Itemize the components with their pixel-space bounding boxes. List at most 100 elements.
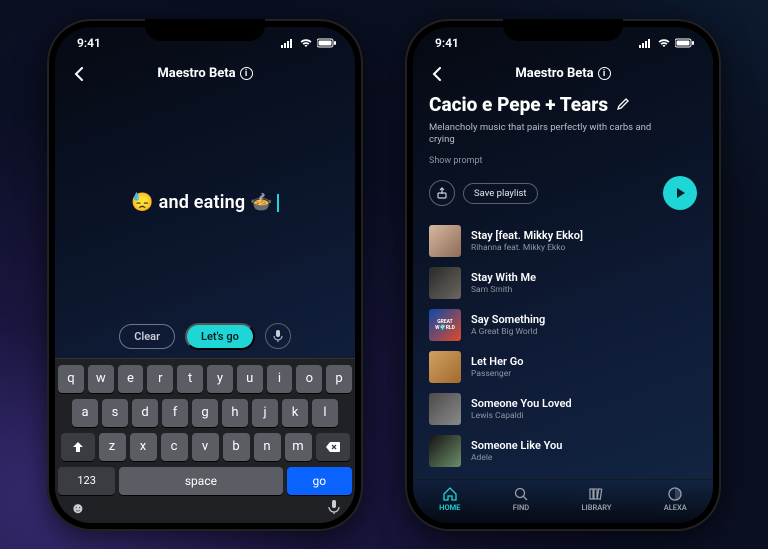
notch xyxy=(503,19,623,41)
keyboard-row-4: 123 space go xyxy=(58,467,352,495)
key-x[interactable]: x xyxy=(130,433,157,461)
playlist-description: Melancholy music that pairs perfectly wi… xyxy=(429,122,659,147)
show-prompt-link[interactable]: Show prompt xyxy=(429,156,697,166)
back-button[interactable] xyxy=(67,62,91,86)
track-row[interactable]: Someone Like YouAdele xyxy=(425,430,701,472)
key-v[interactable]: v xyxy=(192,433,219,461)
key-numbers[interactable]: 123 xyxy=(58,467,115,495)
key-a[interactable]: a xyxy=(72,399,98,427)
nav-home[interactable]: HOME xyxy=(439,486,460,512)
alexa-icon xyxy=(667,486,683,502)
nav-alexa[interactable]: ALEXA xyxy=(664,486,687,512)
key-k[interactable]: k xyxy=(282,399,308,427)
nav-library[interactable]: LIBRARY xyxy=(582,486,612,512)
header-title: Maestro Beta xyxy=(515,66,593,81)
notch xyxy=(145,19,265,41)
track-name: Stay [feat. Mikky Ekko] xyxy=(471,229,583,242)
back-button[interactable] xyxy=(425,62,449,86)
key-c[interactable]: c xyxy=(161,433,188,461)
share-button[interactable] xyxy=(429,180,455,206)
nav-label: ALEXA xyxy=(664,503,687,512)
key-b[interactable]: b xyxy=(223,433,250,461)
battery-icon xyxy=(317,38,337,48)
wifi-icon xyxy=(657,38,671,48)
nav-find[interactable]: FIND xyxy=(513,486,529,512)
key-shift[interactable] xyxy=(61,433,95,461)
key-u[interactable]: u xyxy=(237,365,263,393)
track-row[interactable]: Someone You LovedLewis Capaldi xyxy=(425,388,701,430)
track-artist: Adele xyxy=(471,453,562,463)
search-icon xyxy=(513,486,529,502)
key-i[interactable]: i xyxy=(267,365,293,393)
key-q[interactable]: q xyxy=(58,365,84,393)
prompt-text: 😓 and eating 🍲 xyxy=(131,192,272,213)
info-icon[interactable]: i xyxy=(598,67,611,80)
track-name: Say Something xyxy=(471,313,545,326)
album-art xyxy=(429,435,461,467)
track-row[interactable]: Stay [feat. Mikky Ekko]Rihanna feat. Mik… xyxy=(425,220,701,262)
keyboard-row-1: q w e r t y u i o p xyxy=(58,365,352,393)
header-bar: Maestro Beta i xyxy=(413,59,713,89)
key-h[interactable]: h xyxy=(222,399,248,427)
status-right xyxy=(639,38,695,48)
key-d[interactable]: d xyxy=(132,399,158,427)
keyboard-footer: ☻ xyxy=(58,495,352,519)
track-row[interactable]: Let Her GoPassenger xyxy=(425,346,701,388)
key-n[interactable]: n xyxy=(254,433,281,461)
key-s[interactable]: s xyxy=(102,399,128,427)
action-row: Clear Let's go xyxy=(55,317,355,358)
key-space[interactable]: space xyxy=(119,467,282,495)
key-m[interactable]: m xyxy=(285,433,312,461)
track-list[interactable]: Stay [feat. Mikky Ekko]Rihanna feat. Mik… xyxy=(413,210,713,478)
track-name: Let Her Go xyxy=(471,355,523,368)
key-l[interactable]: l xyxy=(312,399,338,427)
info-icon[interactable]: i xyxy=(240,67,253,80)
phone-left: 9:41 Maestro Beta i 😓 and eating 🍲 xyxy=(47,19,363,531)
clear-button[interactable]: Clear xyxy=(119,324,175,349)
dictation-key[interactable] xyxy=(328,499,340,517)
prompt-input-area[interactable]: 😓 and eating 🍲 xyxy=(55,89,355,317)
key-z[interactable]: z xyxy=(99,433,126,461)
track-row[interactable]: Stay With MeSam Smith xyxy=(425,262,701,304)
track-name: Stay With Me xyxy=(471,271,536,284)
go-button[interactable]: Let's go xyxy=(185,323,255,350)
track-name: Someone Like You xyxy=(471,439,562,452)
keyboard-row-2: a s d f g h j k l xyxy=(58,399,352,427)
nav-label: HOME xyxy=(439,503,460,512)
keyboard-row-3: z x c v b n m xyxy=(58,433,352,461)
wifi-icon xyxy=(299,38,313,48)
status-time: 9:41 xyxy=(435,36,459,50)
key-o[interactable]: o xyxy=(296,365,322,393)
edit-icon[interactable] xyxy=(616,97,630,111)
key-j[interactable]: j xyxy=(252,399,278,427)
battery-icon xyxy=(675,38,695,48)
text-cursor xyxy=(277,194,279,212)
key-delete[interactable] xyxy=(316,433,350,461)
key-f[interactable]: f xyxy=(162,399,188,427)
key-r[interactable]: r xyxy=(147,365,173,393)
track-artist: Lewis Capaldi xyxy=(471,411,572,421)
key-y[interactable]: y xyxy=(207,365,233,393)
save-playlist-button[interactable]: Save playlist xyxy=(463,183,538,204)
key-g[interactable]: g xyxy=(192,399,218,427)
bottom-nav: HOME FIND LIBRARY ALEXA xyxy=(413,479,713,523)
play-button[interactable] xyxy=(663,176,697,210)
album-art xyxy=(429,225,461,257)
key-p[interactable]: p xyxy=(326,365,352,393)
key-w[interactable]: w xyxy=(88,365,114,393)
key-e[interactable]: e xyxy=(118,365,144,393)
status-right xyxy=(281,38,337,48)
track-artist: Rihanna feat. Mikky Ekko xyxy=(471,243,583,253)
key-t[interactable]: t xyxy=(177,365,203,393)
microphone-button[interactable] xyxy=(265,323,291,349)
header-title: Maestro Beta xyxy=(157,66,235,81)
emoji-key[interactable]: ☻ xyxy=(70,499,86,517)
screen-left: 9:41 Maestro Beta i 😓 and eating 🍲 xyxy=(55,27,355,523)
key-go[interactable]: go xyxy=(287,467,352,495)
status-time: 9:41 xyxy=(77,36,101,50)
album-art xyxy=(429,351,461,383)
signal-icon xyxy=(639,38,653,48)
track-artist: A Great Big World xyxy=(471,327,545,337)
library-icon xyxy=(588,486,604,502)
track-row[interactable]: GREATW🌍RLD Say SomethingA Great Big Worl… xyxy=(425,304,701,346)
